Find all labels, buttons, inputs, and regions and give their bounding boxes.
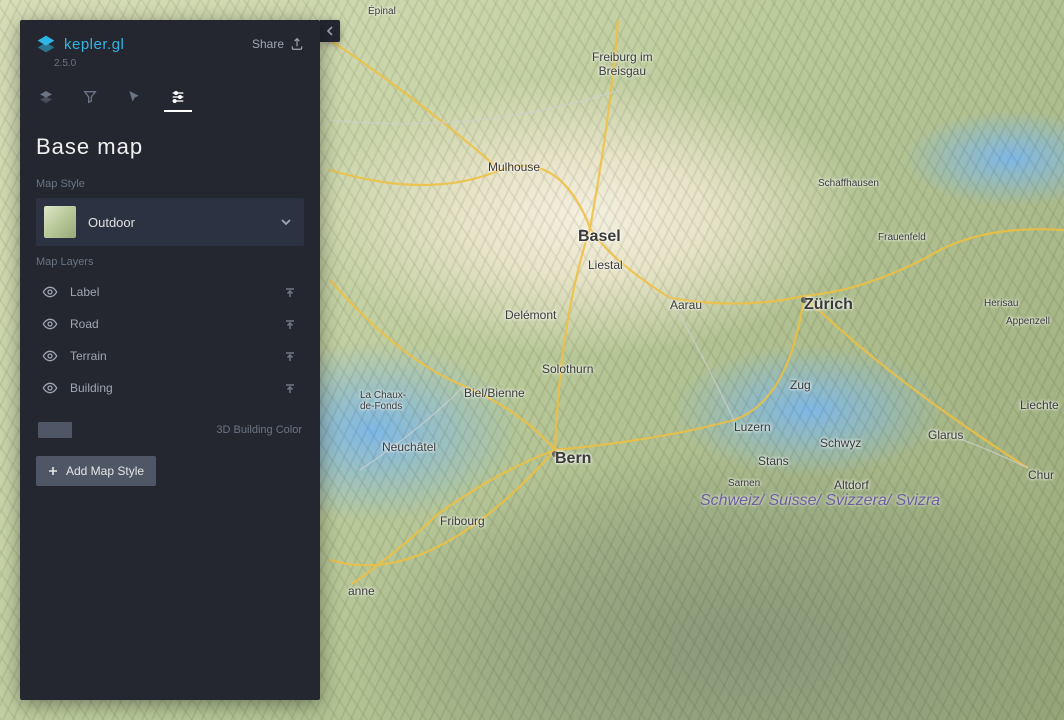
layer-row: Label [36, 276, 304, 308]
app-version: 2.5.0 [54, 58, 320, 69]
city-label: Altdorf [834, 478, 869, 492]
city-label: Liestal [588, 258, 623, 272]
city-label: Freiburg imBreisgau [592, 50, 653, 78]
building-color-row: 3D Building Color [36, 422, 304, 438]
layer-row: Terrain [36, 340, 304, 372]
share-button[interactable]: Share [252, 37, 304, 51]
panel-title: Base map [36, 134, 304, 160]
city-label: Neuchâtel [382, 440, 436, 454]
map-style-section-label: Map Style [36, 178, 304, 190]
city-label: Solothurn [542, 362, 593, 376]
city-label: Stans [758, 454, 789, 468]
city-label: Luzern [734, 420, 771, 434]
layer-name: Terrain [70, 349, 107, 363]
sidebar: kepler.gl Share 2.5.0 [20, 20, 320, 700]
city-label: Chur [1028, 468, 1054, 482]
city-label: Bern [555, 450, 591, 468]
brand[interactable]: kepler.gl [36, 34, 124, 54]
tab-layers[interactable] [36, 83, 56, 111]
share-label: Share [252, 37, 284, 51]
visibility-toggle-icon[interactable] [42, 348, 58, 364]
move-to-top-icon[interactable] [282, 316, 298, 332]
map-style-name: Outdoor [88, 215, 135, 230]
add-map-style-label: Add Map Style [66, 464, 144, 478]
building-color-label: 3D Building Color [216, 424, 302, 436]
city-label: Biel/Bienne [464, 386, 525, 400]
visibility-toggle-icon[interactable] [42, 284, 58, 300]
visibility-toggle-icon[interactable] [42, 380, 58, 396]
city-label: Schaffhausen [818, 178, 879, 189]
map-layers-list: Label Road Terrain Building [36, 276, 304, 404]
plus-icon [48, 466, 58, 476]
layer-name: Label [70, 285, 99, 299]
city-label: La Chaux-de-Fonds [360, 390, 406, 412]
brand-name: kepler.gl [64, 36, 124, 53]
city-label: Sarnen [728, 478, 760, 489]
layer-name: Road [70, 317, 99, 331]
city-label: Basel [578, 228, 621, 246]
app-root: Bern Zürich Basel Freiburg imBreisgau Mulhou… [0, 0, 1064, 720]
layer-row: Road [36, 308, 304, 340]
city-label: anne [348, 584, 375, 598]
sliders-icon [170, 89, 186, 105]
chevron-down-icon [280, 216, 292, 228]
cursor-icon [126, 89, 142, 105]
city-label: Épinal [368, 6, 396, 17]
tab-interactions[interactable] [124, 83, 144, 111]
city-label: Frauenfeld [878, 232, 926, 243]
move-to-top-icon[interactable] [282, 284, 298, 300]
map-style-thumbnail [44, 206, 76, 238]
layer-name: Building [70, 381, 113, 395]
visibility-toggle-icon[interactable] [42, 316, 58, 332]
panel-tabs [20, 69, 320, 112]
layer-row: Building [36, 372, 304, 404]
tab-filters[interactable] [80, 83, 100, 111]
city-label: Zürich [804, 296, 853, 314]
filter-icon [82, 89, 98, 105]
basemap-panel: Base map Map Style Outdoor Map Layers La… [20, 112, 320, 700]
move-to-top-icon[interactable] [282, 380, 298, 396]
city-label: Appenzell [1006, 316, 1050, 327]
city-label: Glarus [928, 428, 963, 442]
city-label: Schwyz [820, 436, 861, 450]
move-to-top-icon[interactable] [282, 348, 298, 364]
map-style-selector[interactable]: Outdoor [36, 198, 304, 246]
sidebar-collapse-button[interactable] [320, 20, 340, 42]
city-label: Fribourg [440, 514, 485, 528]
building-color-swatch[interactable] [38, 422, 72, 438]
share-icon [290, 37, 304, 51]
city-label: Zug [790, 378, 811, 392]
city-label: Aarau [670, 298, 702, 312]
tab-basemap[interactable] [168, 83, 188, 111]
city-label: Herisau [984, 298, 1018, 309]
add-map-style-button[interactable]: Add Map Style [36, 456, 156, 486]
city-label: Liechte [1020, 398, 1059, 412]
city-label: Delémont [505, 308, 556, 322]
map-layers-section-label: Map Layers [36, 256, 304, 268]
sidebar-header: kepler.gl Share [20, 20, 320, 58]
layers-icon [38, 89, 54, 105]
brand-logo-icon [36, 34, 56, 54]
city-label: Mulhouse [488, 160, 540, 174]
country-label: Schweiz/ Suisse/ Svizzera/ Svizra [700, 492, 940, 510]
